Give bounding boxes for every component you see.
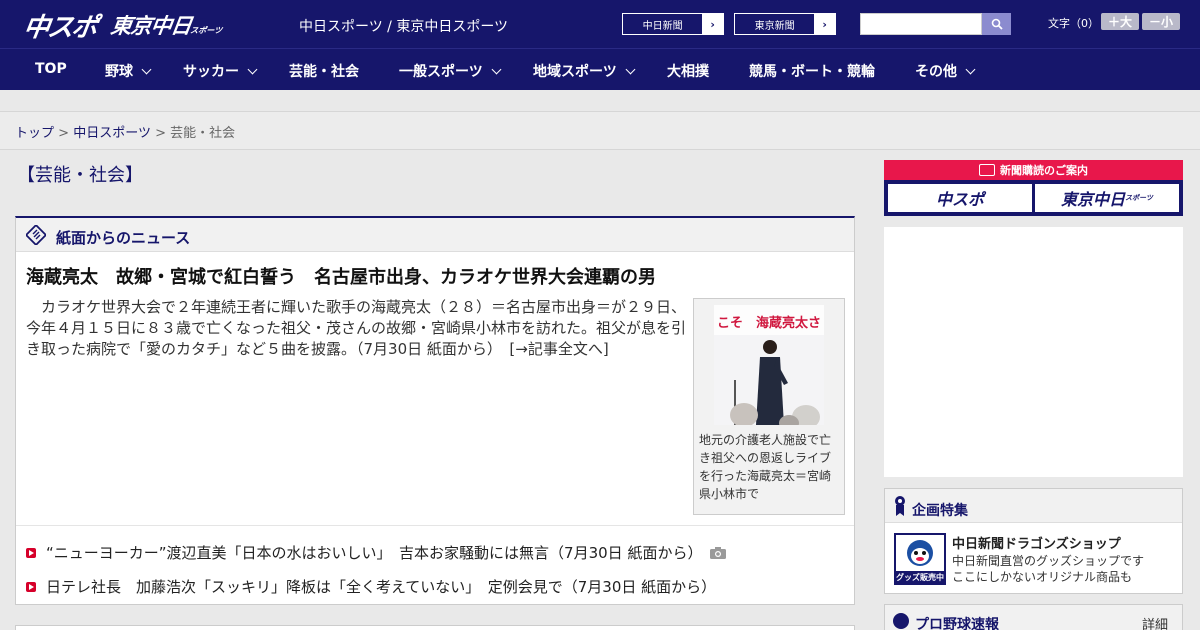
nav-item-general-sports[interactable]: 一般スポーツ: [399, 61, 502, 81]
news-list-item[interactable]: “ニューヨーカー”渡辺直美「日本の水はおいしい」 吉本お家騒動には無言 （7月3…: [26, 542, 727, 563]
chevron-right-icon: ›: [702, 14, 723, 34]
tokyo-shimbun-button[interactable]: 東京新聞 ›: [734, 13, 836, 35]
nav-label: 一般スポーツ: [399, 64, 483, 80]
chevron-right-icon: ›: [814, 14, 835, 34]
subscription-box: 新聞購読のご案内 中スポ 東京中日 スポーツ: [884, 160, 1183, 216]
photo-caption: 地元の介護老人施設で亡き祖父への恩返しライブを行った海蔵亮太＝宮崎県小林市で: [699, 433, 832, 501]
pro-baseball-title: プロ野球速報: [915, 617, 999, 630]
tokyo-logo-main: 東京中日: [109, 14, 193, 38]
chevron-down-icon: [141, 64, 152, 75]
nav-label: その他: [915, 64, 957, 80]
dragons-shop-logo[interactable]: グッズ販売中: [894, 533, 946, 585]
pro-baseball-header: プロ野球速報 詳細 >: [885, 605, 1182, 630]
pro-baseball-box: プロ野球速報 詳細 >: [884, 604, 1183, 630]
baseball-icon: [893, 613, 909, 629]
nav-item-sumo[interactable]: 大相撲: [667, 61, 709, 81]
font-larger-button[interactable]: ＋大: [1101, 13, 1139, 30]
subscription-title: 新聞購読のご案内: [1000, 164, 1088, 177]
chevron-down-icon: [491, 64, 502, 75]
article-photo-box: こそ 海蔵亮太さ 地元の介護老人施設で亡き祖父への恩返しライブを行った海蔵亮太＝…: [693, 298, 845, 515]
breadcrumb-separator: >: [58, 126, 70, 141]
nav-item-top[interactable]: TOP: [35, 61, 67, 77]
article-headline[interactable]: 海蔵亮太 故郷・宮城で紅白誓う 名古屋市出身、カラオケ世界大会連覇の男: [26, 263, 656, 289]
breadcrumb-chunichi-sports[interactable]: 中日スポーツ: [73, 126, 151, 141]
pro-baseball-detail-link[interactable]: 詳細 >: [1142, 614, 1182, 630]
subscription-header: 新聞購読のご案内: [884, 160, 1183, 180]
article-photo[interactable]: こそ 海蔵亮太さ: [714, 305, 824, 425]
ticket-icon: [979, 164, 995, 176]
news-list-item[interactable]: 日テレ社長 加藤浩次「スッキリ」降板は「全く考えていない」 定例会見で （7月3…: [26, 576, 716, 597]
breadcrumb-separator: >: [155, 126, 166, 141]
feature-header: 企画特集: [885, 489, 1182, 523]
chevron-down-icon: [965, 64, 976, 75]
article-lead: カラオケ世界大会で２年連続王者に輝いた歌手の海蔵亮太（２８）＝名古屋市出身＝が２…: [26, 297, 688, 360]
news-box-title: 紙面からのニュース: [56, 229, 191, 247]
tokyo-chunichi-logo[interactable]: 東京中日スポーツ: [109, 10, 225, 40]
search-input[interactable]: [860, 13, 982, 35]
top-header: 中スポ 東京中日スポーツ 中日スポーツ / 東京中日スポーツ 中日新聞 › 東京…: [0, 0, 1200, 48]
nav-item-other[interactable]: その他: [915, 61, 976, 81]
singer-photo-image: こそ 海蔵亮太さ: [714, 305, 824, 425]
font-size-label: 文字（0）: [1048, 17, 1099, 30]
nav-label: 大相撲: [667, 64, 709, 80]
shop-desc-line: ここにしかないオリジナル商品も: [952, 570, 1133, 584]
chunichi-shimbun-label: 中日新聞: [642, 20, 683, 32]
shop-badge-text: グッズ販売中: [896, 572, 944, 582]
shop-desc-line: 中日新聞直営のグッズショップです: [952, 554, 1145, 568]
chevron-down-icon: [247, 64, 258, 75]
news-list-text: 日テレ社長 加藤浩次「スッキリ」降板は「全く考えていない」 定例会見で: [46, 578, 563, 596]
breadcrumb: トップ > 中日スポーツ > 芸能・社会: [15, 122, 235, 141]
nav-label: TOP: [35, 61, 67, 77]
breadcrumb-current: 芸能・社会: [170, 126, 236, 141]
next-news-box: [15, 625, 855, 630]
chunichi-shimbun-button[interactable]: 中日新聞 ›: [622, 13, 724, 35]
subscribe-chuspo-button[interactable]: 中スポ: [888, 184, 1032, 212]
read-more-link[interactable]: [→記事全文へ]: [509, 340, 608, 358]
subscribe-tokyo-sub: スポーツ: [1125, 194, 1153, 202]
nav-label: サッカー: [183, 64, 239, 80]
play-bullet-icon: [26, 581, 36, 592]
nav-label: 地域スポーツ: [533, 64, 617, 80]
nav-label: 競馬・ボート・競輪: [749, 64, 875, 80]
nav-item-racing[interactable]: 競馬・ボート・競輪: [749, 61, 875, 81]
dragons-mascot-icon: グッズ販売中: [896, 535, 944, 583]
tokyo-shimbun-label: 東京新聞: [754, 20, 795, 32]
subscribe-tokyo-chunichi-button[interactable]: 東京中日 スポーツ: [1035, 184, 1179, 212]
dragons-shop-description: 中日新聞直営のグッズショップです ここにしかないオリジナル商品も: [952, 553, 1177, 585]
tokyo-logo-sub: スポーツ: [189, 26, 223, 35]
nav-label: 野球: [105, 64, 133, 80]
ad-slot: [884, 227, 1183, 477]
feature-title: 企画特集: [912, 503, 968, 519]
feature-box: 企画特集 グッズ販売中 中日新聞ドラゴンズショップ 中日新聞直営のグッズショップ…: [884, 488, 1183, 594]
main-nav: TOP 野球 サッカー 芸能・社会 一般スポーツ 地域スポーツ 大相撲 競馬・ボ…: [0, 48, 1200, 90]
nav-label: 芸能・社会: [289, 64, 359, 80]
site-title: 中日スポーツ / 東京中日スポーツ: [299, 19, 509, 35]
breadcrumb-top[interactable]: トップ: [15, 126, 54, 141]
camera-icon: [710, 546, 727, 559]
nav-item-baseball[interactable]: 野球: [105, 61, 152, 81]
photo-banner-text: こそ 海蔵亮太さ: [717, 315, 821, 331]
page-title: 【芸能・社会】: [17, 165, 143, 186]
spacer-band: [0, 90, 1200, 112]
chuspo-logo[interactable]: 中スポ: [21, 7, 98, 44]
news-list-text: “ニューヨーカー”渡辺直美「日本の水はおいしい」 吉本お家騒動には無言: [46, 544, 550, 562]
search-button[interactable]: [982, 13, 1011, 35]
newspaper-icon: [26, 225, 46, 245]
play-bullet-icon: [26, 547, 36, 558]
news-list-date: （7月30日 紙面から）: [562, 578, 717, 596]
news-box-header: 紙面からのニュース: [16, 218, 854, 252]
breadcrumb-bar: トップ > 中日スポーツ > 芸能・社会: [0, 112, 1200, 150]
nav-item-entertainment[interactable]: 芸能・社会: [289, 61, 359, 81]
ribbon-icon: [895, 496, 905, 516]
search-icon: [991, 18, 1003, 30]
news-box: 紙面からのニュース 海蔵亮太 故郷・宮城で紅白誓う 名古屋市出身、カラオケ世界大…: [15, 216, 855, 605]
dragons-shop-link[interactable]: 中日新聞ドラゴンズショップ: [952, 533, 1121, 552]
chevron-down-icon: [625, 64, 636, 75]
divider: [16, 525, 854, 526]
font-smaller-button[interactable]: －小: [1142, 13, 1180, 30]
subscribe-tokyo-label: 東京中日: [1061, 190, 1126, 209]
news-list-date: （7月30日 紙面から）: [549, 544, 703, 562]
nav-item-soccer[interactable]: サッカー: [183, 61, 258, 81]
nav-item-local-sports[interactable]: 地域スポーツ: [533, 61, 636, 81]
